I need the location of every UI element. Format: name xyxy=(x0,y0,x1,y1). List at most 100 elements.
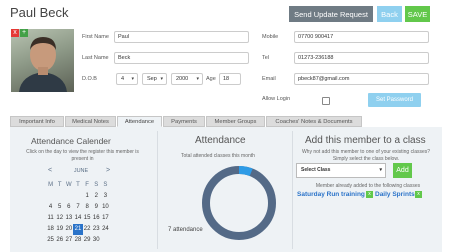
enrolled-class-saturday-run[interactable]: Saturday Run training xyxy=(297,191,365,198)
allow-login-checkbox[interactable] xyxy=(322,97,330,105)
calendar-day[interactable]: 3 xyxy=(101,191,110,202)
dob-month-select[interactable]: Sep ▾ xyxy=(142,73,167,85)
calendar-day[interactable]: 11 xyxy=(46,213,55,224)
enrolled-class-daily-sprints[interactable]: Daily Sprints xyxy=(375,191,415,198)
calendar-weekday: W xyxy=(66,182,72,188)
dob-day-value: 4 xyxy=(121,76,125,82)
chevron-down-icon: ▾ xyxy=(379,167,382,173)
tab-medical-notes[interactable]: Medical Notes xyxy=(65,116,116,127)
mobile-label: Mobile xyxy=(262,34,279,40)
profile-tabs: Important Info Medical Notes Attendance … xyxy=(10,116,363,127)
back-button[interactable]: Back xyxy=(377,6,402,22)
delete-photo-icon[interactable]: x xyxy=(11,29,19,37)
attendance-title: Attendance xyxy=(195,135,246,146)
tel-field[interactable]: 01273-236188 xyxy=(294,52,429,64)
email-label: Email xyxy=(262,76,276,82)
calendar-month: JUNE xyxy=(73,168,89,174)
calendar-day[interactable]: 18 xyxy=(46,224,55,235)
calendar-weekday: M xyxy=(48,182,54,188)
calendar-day[interactable]: 13 xyxy=(64,213,73,224)
save-button[interactable]: SAVE xyxy=(405,6,430,22)
calendar-empty-cell xyxy=(55,191,64,202)
select-class-dropdown[interactable]: Select Class ▾ xyxy=(296,163,386,178)
dob-year-value: 2000 xyxy=(176,76,189,82)
calendar-day[interactable]: 26 xyxy=(55,235,64,246)
calendar-day[interactable]: 9 xyxy=(92,202,101,213)
first-name-field[interactable]: Paul xyxy=(114,31,249,43)
last-name-label: Last Name xyxy=(82,55,109,61)
enrolled-classes-subtitle: Member already added to the following cl… xyxy=(315,183,421,189)
calendar-day[interactable]: 8 xyxy=(83,202,92,213)
upload-photo-icon[interactable]: + xyxy=(20,29,28,37)
calendar-day[interactable]: 29 xyxy=(83,235,92,246)
calendar-next-icon[interactable]: > xyxy=(106,167,110,174)
tab-member-groups[interactable]: Member Groups xyxy=(206,116,265,127)
add-class-subtitle: Why not add this member to one of your e… xyxy=(301,149,431,162)
calendar-day[interactable]: 15 xyxy=(83,213,92,224)
chevron-down-icon: ▾ xyxy=(196,76,199,82)
calendar-day[interactable]: 20 xyxy=(64,224,73,235)
calendar-day[interactable]: 28 xyxy=(73,235,82,246)
calendar-day[interactable]: 24 xyxy=(101,224,110,235)
select-class-value: Select Class xyxy=(301,167,331,173)
mobile-field[interactable]: 07700 900417 xyxy=(294,31,429,43)
member-photo xyxy=(11,29,74,92)
column-divider xyxy=(292,131,293,249)
dob-label: D.O.B xyxy=(82,76,97,82)
calendar-day[interactable]: 17 xyxy=(101,213,110,224)
calendar-weekday: T xyxy=(76,182,80,188)
calendar-week-row: 18 19 20 21 22 23 24 xyxy=(46,224,110,235)
calendar-day[interactable]: 27 xyxy=(64,235,73,246)
calendar-weekday: F xyxy=(85,182,89,188)
calendar-empty-cell xyxy=(46,191,55,202)
calendar-day[interactable]: 6 xyxy=(64,202,73,213)
dob-month-value: Sep xyxy=(147,76,157,82)
calendar-empty-cell xyxy=(101,235,110,246)
calendar-day[interactable]: 4 xyxy=(46,202,55,213)
dob-day-select[interactable]: 4 ▾ xyxy=(116,73,138,85)
add-class-button[interactable]: Add xyxy=(393,163,412,178)
calendar-title: Attendance Calender xyxy=(31,136,111,146)
calendar-day[interactable]: 16 xyxy=(92,213,101,224)
calendar-weekday: T xyxy=(57,182,62,188)
member-profile-page: Paul Beck Send Update Request Back SAVE … xyxy=(0,0,452,252)
calendar-week-row: 11 12 13 14 15 16 17 xyxy=(46,213,110,224)
attendance-count: 7 attendance xyxy=(168,227,203,233)
calendar-week-row: 25 26 27 28 29 30 xyxy=(46,235,110,246)
send-update-request-button[interactable]: Send Update Request xyxy=(289,6,373,22)
calendar-day[interactable]: 12 xyxy=(55,213,64,224)
calendar-day[interactable]: 23 xyxy=(92,224,101,235)
tab-payments[interactable]: Payments xyxy=(163,116,205,127)
calendar-day[interactable]: 30 xyxy=(92,235,101,246)
calendar-empty-cell xyxy=(64,191,73,202)
member-photo-image xyxy=(19,37,67,92)
calendar-weekday: S xyxy=(103,182,108,188)
calendar-day[interactable]: 1 xyxy=(83,191,92,202)
set-password-button[interactable]: Set Password xyxy=(368,93,421,107)
calendar-prev-icon[interactable]: < xyxy=(48,167,52,174)
calendar-weekday-row: MTWTFSS xyxy=(46,180,110,191)
calendar-day[interactable]: 7 xyxy=(73,202,82,213)
calendar-day[interactable]: 5 xyxy=(55,202,64,213)
tab-important-info[interactable]: Important Info xyxy=(10,116,64,127)
calendar-day[interactable]: 19 xyxy=(55,224,64,235)
calendar-day[interactable]: 2 xyxy=(92,191,101,202)
email-field[interactable]: pbeck87@gmail.com xyxy=(294,73,429,85)
calendar-day[interactable]: 21 xyxy=(73,224,83,235)
tab-attendance[interactable]: Attendance xyxy=(117,116,162,127)
remove-class-icon[interactable]: x xyxy=(366,191,373,198)
chevron-down-icon: ▾ xyxy=(160,76,163,82)
last-name-field[interactable]: Beck xyxy=(114,52,249,64)
dob-year-select[interactable]: 2000 ▾ xyxy=(171,73,203,85)
calendar-day[interactable]: 10 xyxy=(101,202,110,213)
age-label: Age xyxy=(206,76,216,82)
add-class-title: Add this member to a class xyxy=(305,135,426,146)
calendar-day[interactable]: 14 xyxy=(73,213,82,224)
calendar-day[interactable]: 25 xyxy=(46,235,55,246)
donut-track xyxy=(202,166,276,240)
age-field[interactable]: 18 xyxy=(219,73,241,85)
tab-coaches-notes-documents[interactable]: Coaches' Notes & Documents xyxy=(266,116,362,127)
remove-class-icon[interactable]: x xyxy=(415,191,422,198)
calendar-day[interactable]: 22 xyxy=(83,224,92,235)
column-divider xyxy=(157,131,158,249)
